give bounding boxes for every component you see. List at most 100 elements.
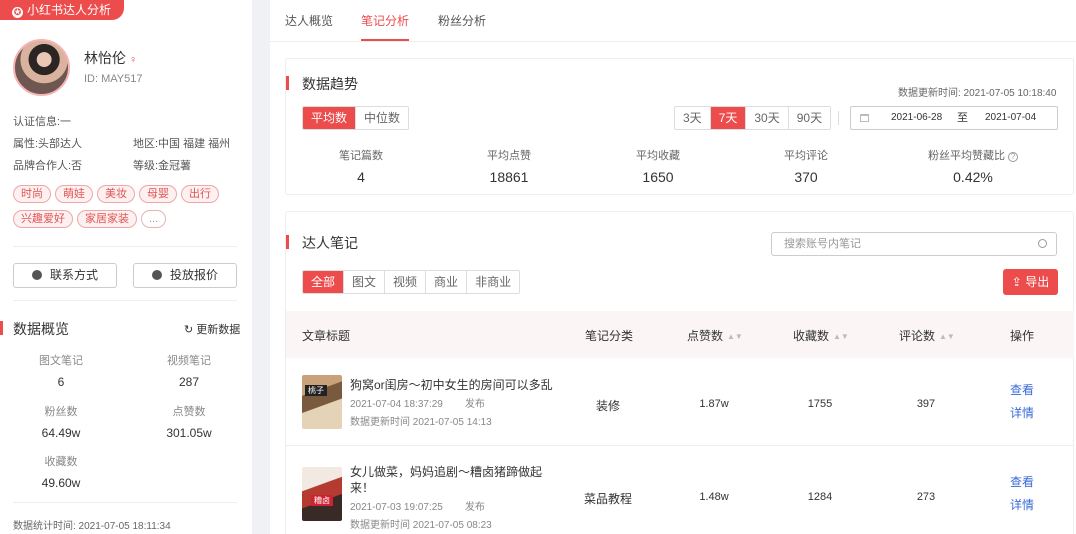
tab-fans-analysis[interactable]: 粉丝分析 [438,12,486,39]
search-icon[interactable] [1038,239,1047,248]
tag-item[interactable]: 兴趣爱好 [13,210,73,228]
range-30d[interactable]: 30天 [746,107,789,129]
profile-name-row: 林怡伦 ♀ [84,48,137,68]
tag-item[interactable]: 美妆 [97,185,135,203]
view-link-line1: 查看 [1010,383,1035,397]
kpi-label: 平均评论 [784,150,828,162]
trend-title: 数据趋势 [286,76,358,92]
level-info: 等级:金冠薯 [133,160,192,172]
col-saves[interactable]: 收藏数 ▲▼ [793,327,849,344]
refresh-button[interactable]: ↻ 更新数据 [184,321,240,337]
filter-noncommercial[interactable]: 非商业 [467,271,520,293]
kpi-label: 平均收藏 [636,150,680,162]
quote-button[interactable]: 投放报价 [133,263,237,288]
range-3d[interactable]: 3天 [675,107,711,129]
range-toggle: 3天 7天 30天 90天 [674,106,832,130]
table-row: 桃子 狗窝or闺房～初中女生的房间可以多乱 2021-07-04 18:37:2… [286,358,1074,446]
tag-item[interactable]: 家居家装 [77,210,137,228]
tab-notes-analysis[interactable]: 笔记分析 [361,12,410,41]
stat-saves: 收藏数 49.60w [11,453,111,490]
publish-label: 发布 [464,399,485,410]
coin-icon [151,270,162,280]
stat-image-notes: 图文笔记 6 [11,352,111,389]
publish-time: 2021-07-04 18:37:29 [350,399,443,410]
app-badge-label: 小红书达人分析 [27,3,112,17]
note-type-filter: 全部 图文 视频 商业 非商业 [302,270,521,294]
kpi-label: 粉丝平均赞藏比 [928,150,1005,162]
kpi-value: 1650 [642,169,674,185]
trend-card: 数据趋势 数据更新时间: 2021-07-05 10:18:40 平均数 中位数… [285,58,1074,195]
note-thumbnail[interactable]: 糟卤 [302,467,342,521]
kpi-value: 370 [794,169,818,185]
stat-value: 49.60w [41,476,81,490]
note-comments: 273 [916,491,936,503]
view-link-line2: 详情 [1010,406,1035,420]
quote-button-label: 投放报价 [169,268,218,282]
note-thumbnail[interactable]: 桃子 [302,375,342,429]
stat-video-notes: 视频笔记 287 [139,352,239,389]
range-7d[interactable]: 7天 [710,107,747,129]
kpi-label: 平均点赞 [487,150,531,162]
sort-icon: ▲▼ [833,332,849,341]
trend-updated: 数据更新时间: 2021-07-05 10:18:40 [898,88,1057,99]
thumb-text: 桃子 [305,385,327,396]
notes-search-input[interactable]: 搜索账号内笔记 [771,232,1057,256]
note-updated: 数据更新时间 2021-07-05 14:13 [350,417,492,428]
sort-icon: ▲▼ [939,332,955,341]
thumb-text: 糟卤 [311,495,333,506]
help-icon[interactable]: ? [1008,152,1018,162]
mode-median[interactable]: 中位数 [356,107,409,129]
profile-id: ID: MAY517 [84,73,143,85]
stat-mode-toggle: 平均数 中位数 [302,106,410,130]
region-info: 地区:中国 福建 福州 [133,138,231,150]
note-category: 装修 [595,399,620,413]
kpi-label: 笔记篇数 [339,150,383,162]
brand-partner-info: 品牌合作人:否 [13,160,83,172]
stat-label: 图文笔记 [39,355,83,367]
stats-time: 数据统计时间: 2021-07-05 18:11:34 [13,521,171,532]
note-title[interactable]: 女儿做菜，妈妈追剧～糟卤猪蹄做起来！ [350,464,555,496]
gender-female-icon: ♀ [129,54,138,66]
divider [13,300,237,301]
tag-item[interactable]: 母婴 [139,185,177,203]
filter-all[interactable]: 全部 [303,271,345,293]
col-comments[interactable]: 评论数 ▲▼ [899,327,955,344]
main-panel: 达人概览 笔记分析 粉丝分析 数据趋势 数据更新时间: 2021-07-05 1… [270,0,1076,534]
view-details-link[interactable]: 查看 详情 [1010,471,1034,517]
more-tags-button[interactable]: ... [141,210,167,228]
date-separator: 至 [957,112,968,124]
attr-info: 属性:头部达人 [13,138,83,150]
divider [13,246,237,247]
cert-info: 认证信息:一 [13,116,72,128]
filter-video[interactable]: 视频 [385,271,427,293]
contact-button[interactable]: 联系方式 [13,263,117,288]
tag-item[interactable]: 萌娃 [55,185,93,203]
note-updated: 数据更新时间 2021-07-05 08:23 [350,520,492,531]
tag-item[interactable]: 时尚 [13,185,51,203]
tab-overview[interactable]: 达人概览 [285,12,333,39]
view-link-line2: 详情 [1010,498,1035,512]
kpi-avg-saves: 平均收藏 1650 [598,147,718,185]
stat-label: 收藏数 [44,456,78,468]
mode-average[interactable]: 平均数 [303,107,357,129]
note-published: 2021-07-04 18:37:29 发布 [350,395,485,410]
stat-fans: 粉丝数 64.49w [11,403,111,440]
kpi-note-count: 笔记篇数 4 [301,147,421,185]
col-category: 笔记分类 [585,329,634,343]
filter-image[interactable]: 图文 [344,271,386,293]
date-range-picker[interactable]: 2021-06-28 至 2021-07-04 [850,106,1058,130]
export-button[interactable]: ⇪ 导出 [1003,269,1058,295]
divider [13,502,237,503]
col-likes[interactable]: 点赞数 ▲▼ [687,327,743,344]
tag-item[interactable]: 出行 [181,185,219,203]
view-details-link[interactable]: 查看 详情 [1010,379,1034,425]
stat-likes: 点赞数 301.05w [139,403,239,440]
eye-icon [31,270,42,280]
note-title[interactable]: 狗窝or闺房～初中女生的房间可以多乱 [350,377,555,393]
range-90d[interactable]: 90天 [788,107,831,129]
note-category: 菜品教程 [583,492,632,506]
overview-title: 数据概览 [0,321,69,337]
stat-value: 301.05w [166,426,212,440]
app-badge-icon: ✪ [12,7,23,18]
filter-commercial[interactable]: 商业 [426,271,468,293]
